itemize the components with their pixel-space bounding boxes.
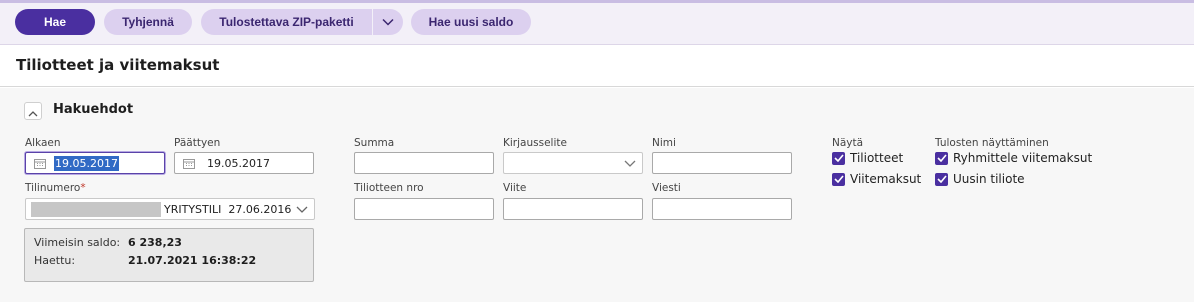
checkbox-label: Ryhmittele viitemaksut <box>953 151 1093 165</box>
account-label-text: Tilinumero <box>25 182 81 194</box>
search-criteria-panel: Hakuehdot Alkaen 19.05.2017 Päättyen 19.… <box>0 88 1194 302</box>
toolbar: Hae Tyhjennä Tulostettava ZIP-paketti Ha… <box>0 0 1194 45</box>
reference-label: Viite <box>503 182 527 194</box>
account-value: YRITYSTILI 27.06.2016 <box>164 202 292 216</box>
latest-balance-value: 6 238,23 <box>128 236 182 249</box>
start-date-label: Alkaen <box>25 137 61 149</box>
amount-field[interactable] <box>354 152 494 174</box>
message-field[interactable] <box>652 198 792 220</box>
message-label: Viesti <box>652 182 681 194</box>
checkbox-reference-payments[interactable]: Viitemaksut <box>832 172 921 186</box>
show-heading: Näytä <box>832 137 864 149</box>
account-label: Tilinumero* <box>25 182 86 194</box>
checkbox-checked-icon[interactable] <box>935 172 948 186</box>
checkbox-label: Uusin tiliote <box>953 172 1025 186</box>
calendar-icon[interactable] <box>175 153 203 173</box>
refresh-balance-button[interactable]: Hae uusi saldo <box>411 9 531 35</box>
checkbox-label: Tiliotteet <box>850 151 904 165</box>
chevron-down-icon <box>296 202 308 219</box>
checkbox-checked-icon[interactable] <box>832 172 845 186</box>
latest-balance-row: Viimeisin saldo: 6 238,23 <box>34 236 182 249</box>
zip-package-button[interactable]: Tulostettava ZIP-paketti <box>201 9 372 35</box>
checkbox-statements[interactable]: Tiliotteet <box>832 151 903 165</box>
name-field[interactable] <box>652 152 792 174</box>
start-date-field[interactable]: 19.05.2017 <box>25 152 165 174</box>
amount-label: Summa <box>354 137 395 149</box>
search-button[interactable]: Hae <box>15 9 95 35</box>
fetched-row: Haettu: 21.07.2021 16:38:22 <box>34 254 256 267</box>
account-select[interactable]: YRITYSTILI 27.06.2016 <box>25 198 315 220</box>
section-title: Hakuehdot <box>53 102 134 117</box>
calendar-icon[interactable] <box>26 153 54 173</box>
reference-field[interactable] <box>503 198 643 220</box>
checkbox-group-reference-payments[interactable]: Ryhmittele viitemaksut <box>935 151 1092 165</box>
checkbox-checked-icon[interactable] <box>935 151 948 165</box>
masked-account-number <box>31 201 161 217</box>
start-date-value: 19.05.2017 <box>54 155 119 171</box>
end-date-label: Päättyen <box>174 137 221 149</box>
page-title: Tiliotteet ja viitemaksut <box>16 56 220 74</box>
checkbox-checked-icon[interactable] <box>832 151 845 165</box>
end-date-value: 19.05.2017 <box>207 156 270 170</box>
statement-number-label: Tiliotteen nro <box>354 182 424 194</box>
fetched-label: Haettu: <box>34 254 76 267</box>
zip-options-dropdown[interactable] <box>373 9 403 35</box>
chevron-down-icon <box>624 156 636 173</box>
name-label: Nimi <box>652 137 676 149</box>
fetched-value: 21.07.2021 16:38:22 <box>128 254 257 267</box>
collapse-section-button[interactable] <box>24 102 42 120</box>
end-date-field[interactable]: 19.05.2017 <box>174 152 314 174</box>
entry-type-select[interactable] <box>503 152 643 174</box>
checkbox-label: Viitemaksut <box>850 172 922 186</box>
required-marker: * <box>80 182 86 194</box>
page-header: Tiliotteet ja viitemaksut <box>0 46 1194 87</box>
printing-heading: Tulosten näyttäminen <box>935 137 1049 149</box>
statement-number-field[interactable] <box>354 198 494 220</box>
checkbox-latest-statement[interactable]: Uusin tiliote <box>935 172 1025 186</box>
chevron-up-icon <box>28 102 38 121</box>
clear-button[interactable]: Tyhjennä <box>104 9 192 35</box>
chevron-down-icon <box>382 15 394 29</box>
latest-balance-label: Viimeisin saldo: <box>34 236 121 249</box>
balance-info-box: Viimeisin saldo: 6 238,23 Haettu: 21.07.20… <box>24 228 314 282</box>
entry-type-label: Kirjausselite <box>503 137 567 149</box>
